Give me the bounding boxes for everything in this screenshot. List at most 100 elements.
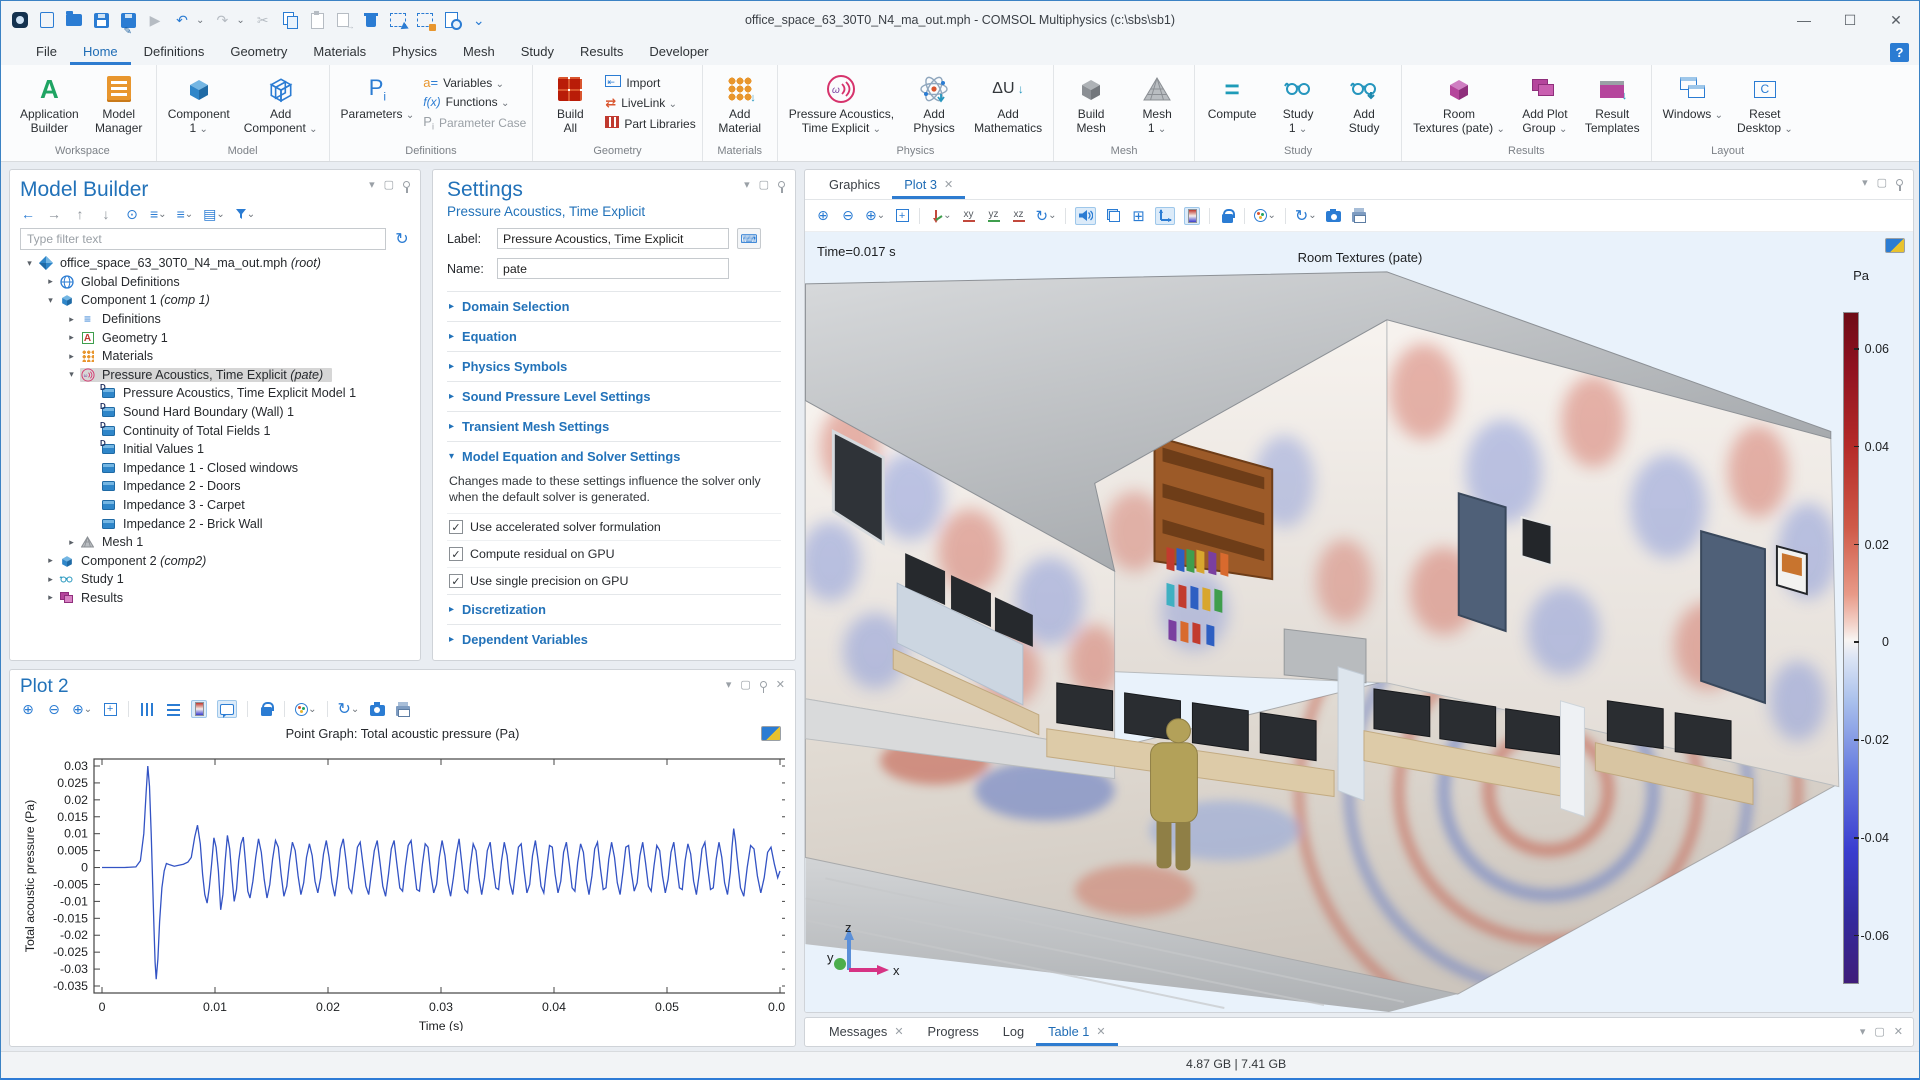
save-icon[interactable] (92, 11, 110, 29)
model-builder-collapse-all-icon[interactable]: ≡ ⌄ (150, 205, 167, 223)
duplicate-icon[interactable] (335, 11, 353, 29)
ribbon-item[interactable]: a= Variables ⌄ (423, 75, 526, 90)
close-tab-icon[interactable]: ✕ (944, 178, 953, 191)
dropdown-chevron-icon[interactable]: ⌄ (236, 15, 244, 26)
bottom-tab-log[interactable]: Log (991, 1019, 1036, 1046)
close-button[interactable]: ✕ (1873, 1, 1919, 39)
menu-tab-mesh[interactable]: Mesh (450, 41, 508, 65)
graphics-refresh-icon[interactable]: ↻ ⌄ (1295, 207, 1317, 225)
pin-icon[interactable] (778, 181, 785, 193)
select-box-icon[interactable] (389, 11, 407, 29)
tree-expand-icon[interactable]: ▾ (66, 369, 77, 380)
menu-tab-materials[interactable]: Materials (300, 41, 379, 65)
tree-expand-icon[interactable]: ▸ (66, 537, 77, 548)
model-builder-move-down-icon[interactable]: ↓ (98, 205, 114, 223)
plot2-chart[interactable]: 0.03 0.025 0.02 0.015 0.01 0.005 0 -0.005 -0.01 -… (20, 743, 785, 1031)
panel-menu-icon[interactable]: ▾ (369, 178, 375, 191)
tree-expand-icon[interactable]: ▸ (66, 351, 77, 362)
ribbon-item[interactable]: ⇤ Import (605, 75, 695, 90)
graphics-zoom-out-icon[interactable]: ⊖ (840, 207, 856, 225)
plot2-zoom-box-icon[interactable]: ⊕ ⌄ (72, 700, 92, 718)
ribbon-button[interactable]: Add Component ⌄ (239, 69, 323, 139)
tree-expand-icon[interactable]: ▾ (24, 258, 35, 269)
graphics-grid-icon[interactable]: ⊞ (1130, 207, 1146, 225)
copy-icon[interactable] (281, 11, 299, 29)
checkbox-row[interactable]: ✓ Use single precision on GPU (447, 567, 781, 594)
tree-item[interactable]: ▸ Mesh 1 (20, 533, 410, 552)
plot2-palette-icon[interactable]: ⌄ (295, 700, 317, 718)
ribbon-button[interactable]: Windows ⌄ (1658, 69, 1728, 125)
checkbox-row[interactable]: ✓ Compute residual on GPU (447, 540, 781, 567)
menu-tab-geometry[interactable]: Geometry (217, 41, 300, 65)
plot-source-icon[interactable] (761, 726, 781, 741)
tree-filter-input[interactable] (20, 228, 386, 250)
name-input[interactable] (497, 258, 729, 279)
ribbon-item[interactable]: Part Libraries (605, 116, 696, 131)
plot2-print-icon[interactable] (395, 700, 411, 718)
close-panel-icon[interactable]: ✕ (1894, 1025, 1903, 1038)
graphics-3d-scene[interactable] (805, 232, 1913, 1012)
menu-tab-file[interactable]: File (23, 41, 70, 65)
tree-expand-icon[interactable]: ▸ (45, 276, 56, 287)
graphics-view-xy-icon[interactable]: xy (961, 207, 977, 225)
menu-tab-definitions[interactable]: Definitions (131, 41, 218, 65)
ribbon-button[interactable]: = Compute (1201, 69, 1263, 123)
model-builder-show-icon[interactable]: ⊙ (124, 205, 140, 223)
ribbon-button[interactable]: A Application Builder (15, 69, 84, 137)
save-as-icon[interactable] (119, 11, 137, 32)
tree-item[interactable]: ▸ A Geometry 1 (20, 328, 410, 347)
minimize-button[interactable]: — (1781, 1, 1827, 39)
tree-item[interactable]: D Initial Values 1 (20, 439, 410, 459)
tree-expand-icon[interactable]: ▸ (45, 592, 56, 603)
ribbon-button[interactable]: Add Physics (903, 69, 965, 137)
model-builder-back-icon[interactable]: ← (20, 205, 36, 223)
ribbon-button[interactable]: Add Plot Group ⌄ (1514, 69, 1576, 139)
graphics-print-icon[interactable] (1351, 207, 1367, 225)
ribbon-button[interactable]: Room Textures (pate) ⌄ (1408, 69, 1510, 139)
cut-icon[interactable]: ✂ (254, 11, 272, 29)
close-tab-icon[interactable]: ✕ (1096, 1025, 1105, 1038)
panel-menu-icon[interactable]: ▾ (1860, 1025, 1866, 1038)
close-panel-icon[interactable]: ✕ (776, 678, 785, 691)
run-icon[interactable]: ▶ (146, 11, 164, 29)
model-builder-filter-icon[interactable]: ⌄ (235, 205, 255, 223)
customize-toolbar-icon[interactable]: ⌄ (470, 11, 488, 29)
graphics-default-view-on-icon[interactable] (1155, 206, 1176, 225)
panel-menu-icon[interactable]: ▾ (726, 678, 732, 691)
close-tab-icon[interactable]: ✕ (894, 1025, 903, 1038)
plot2-zoom-in-icon[interactable]: ⊕ (20, 700, 36, 718)
bottom-tab-messages[interactable]: Messages ✕ (817, 1019, 916, 1046)
bottom-tab-progress[interactable]: Progress (916, 1019, 991, 1046)
tree-expand-icon[interactable]: ▾ (45, 295, 56, 306)
tree-item[interactable]: Impedance 1 - Closed windows (20, 459, 410, 478)
ribbon-button[interactable]: ↓ Add Material (709, 69, 771, 137)
model-builder-forward-icon[interactable]: → (46, 205, 62, 223)
ribbon-button[interactable]: ΔU ↓ Add Mathematics (969, 69, 1047, 137)
graphics-zoom-in-icon[interactable]: ⊕ (815, 207, 831, 225)
tree-item[interactable]: ▸ Materials (20, 347, 410, 366)
help-button[interactable]: ? (1890, 43, 1909, 62)
plot2-lock-icon[interactable] (258, 700, 275, 718)
graphics-snapshot-icon[interactable] (1326, 207, 1342, 225)
float-panel-icon[interactable]: ▢ (1877, 176, 1887, 189)
tree-expand-icon[interactable]: ▸ (66, 314, 77, 325)
plot2-zoom-extents-icon[interactable]: + (102, 700, 118, 718)
tree-expand-icon[interactable]: ▸ (66, 332, 77, 343)
settings-section-equation[interactable]: ▸ Equation (447, 321, 781, 351)
filter-refresh-icon[interactable]: ↻ (394, 230, 410, 248)
tree-item[interactable]: ▸ Study 1 (20, 570, 410, 589)
settings-section-domain-selection[interactable]: ▸ Domain Selection (447, 291, 781, 321)
model-builder-expand-all-icon[interactable]: ≡ ⌄ (177, 205, 194, 223)
graphics-lock-icon[interactable] (1219, 207, 1236, 225)
plot2-zoom-out-icon[interactable]: ⊖ (46, 700, 62, 718)
menu-tab-developer[interactable]: Developer (636, 41, 721, 65)
label-input[interactable] (497, 228, 729, 249)
dropdown-chevron-icon[interactable]: ⌄ (196, 15, 204, 26)
graphics-rotate-icon[interactable]: ↻ ⌄ (1036, 207, 1057, 225)
menu-tab-physics[interactable]: Physics (379, 41, 450, 65)
graphics-axes-orientation-icon[interactable]: ⌄ (929, 207, 952, 225)
settings-section-discretization[interactable]: ▸ Discretization (447, 594, 781, 624)
menu-tab-home[interactable]: Home (69, 41, 131, 65)
tree-item[interactable]: ▸ Global Definitions (20, 273, 410, 292)
ribbon-button[interactable]: ω Pressure Acoustics, Time Explicit ⌄ (784, 69, 899, 139)
